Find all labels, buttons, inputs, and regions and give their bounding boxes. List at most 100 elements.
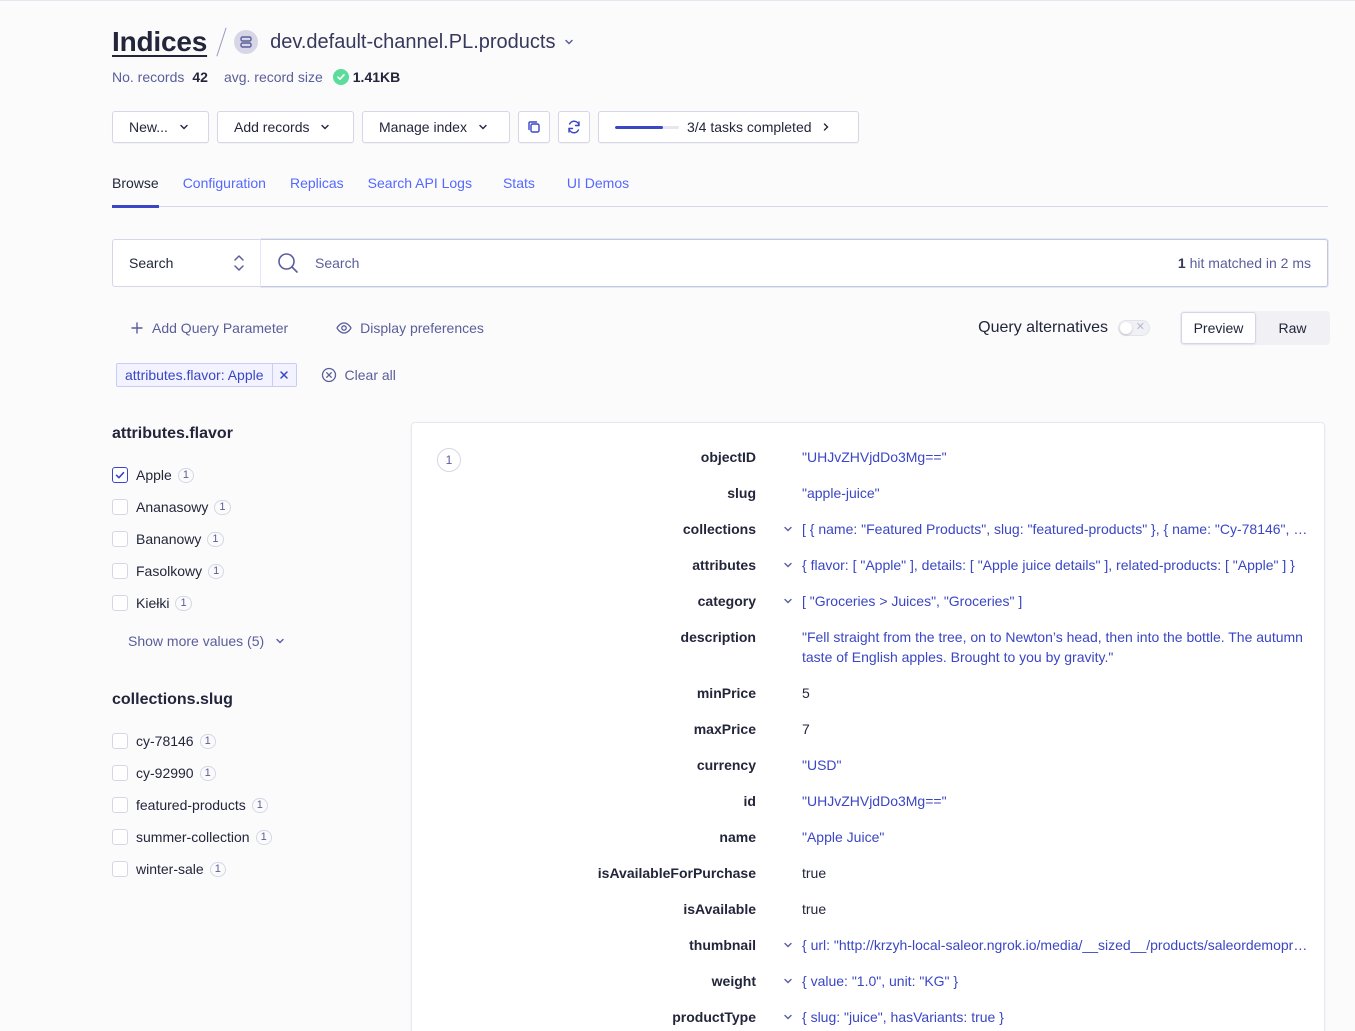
- copy-index-button[interactable]: [518, 111, 550, 143]
- facet-item[interactable]: cy-78146 1: [112, 725, 372, 757]
- field-key: minPrice: [696, 685, 756, 701]
- tab-browse[interactable]: Browse: [112, 172, 159, 208]
- tasks-status-button[interactable]: 3/4 tasks completed: [598, 111, 859, 143]
- facet-checkbox[interactable]: [112, 531, 128, 547]
- facet-item[interactable]: featured-products 1: [112, 789, 372, 821]
- facet-checkbox[interactable]: [112, 467, 128, 483]
- field-value: { slug: "juice", hasVariants: true }: [802, 1009, 1004, 1025]
- expand-toggle[interactable]: [756, 1005, 802, 1031]
- facet-title: attributes.flavor: [112, 425, 233, 442]
- tab-ui-demos[interactable]: UI Demos: [567, 172, 629, 207]
- hit-field-row: productType { slug: "juice", hasVariants:…: [412, 1005, 1324, 1031]
- chevron-down-icon: [784, 598, 792, 604]
- manage-index-label: Manage index: [379, 119, 467, 135]
- field-spacer: [756, 897, 802, 933]
- hits-summary: 1 hit matched in 2 ms: [1178, 255, 1311, 271]
- field-value: "USD": [802, 757, 842, 773]
- search-type-select[interactable]: Search: [112, 239, 261, 287]
- field-value: true: [802, 865, 827, 881]
- facet-checkbox[interactable]: [112, 861, 128, 877]
- expand-toggle[interactable]: [756, 553, 802, 589]
- refresh-button[interactable]: [558, 111, 590, 143]
- facet-checkbox[interactable]: [112, 563, 128, 579]
- index-meta: No. records 42 avg. record size 1.41KB: [112, 68, 416, 86]
- tab-configuration[interactable]: Configuration: [183, 172, 266, 207]
- field-key: objectID: [700, 449, 756, 465]
- facet-item[interactable]: summer-collection 1: [112, 821, 372, 853]
- hit-field-row: category [ "Groceries > Juices", "Groceri…: [412, 589, 1324, 625]
- facet-checkbox[interactable]: [112, 765, 128, 781]
- clear-all-label: Clear all: [344, 367, 396, 383]
- tab-stats[interactable]: Stats: [503, 172, 535, 207]
- query-alternatives-toggle[interactable]: ✕: [1118, 320, 1150, 336]
- index-selector[interactable]: dev.default-channel.PL.products: [270, 31, 575, 54]
- copy-icon: [528, 121, 540, 133]
- facet-item[interactable]: Apple 1: [112, 459, 372, 491]
- chevron-down-icon: [276, 638, 284, 644]
- field-value: "apple-juice": [802, 485, 880, 501]
- facet-item-count: 1: [251, 797, 268, 813]
- facet-item[interactable]: cy-92990 1: [112, 757, 372, 789]
- facet-item[interactable]: Fasolkowy 1: [112, 555, 372, 587]
- chevron-down-icon: [321, 124, 330, 130]
- expand-toggle[interactable]: [756, 969, 802, 1005]
- facet-item[interactable]: winter-sale 1: [112, 853, 372, 885]
- records-label: No. records: [112, 69, 185, 85]
- facet-item[interactable]: Ananasowy 1: [112, 491, 372, 523]
- facet-item-count: 1: [199, 765, 216, 781]
- facet-item-count: 1: [255, 829, 272, 845]
- expand-toggle[interactable]: [756, 589, 802, 625]
- hit-field-row: id "UHJvZHVjdDo3Mg==": [412, 789, 1324, 825]
- search-input[interactable]: [315, 255, 1178, 271]
- new-button[interactable]: New...: [112, 111, 209, 143]
- page-header: Indices dev.default-channel.PL.products: [112, 26, 575, 58]
- facet-item-count: 1: [214, 499, 231, 515]
- field-value: "UHJvZHVjdDo3Mg==": [802, 793, 947, 809]
- facet-item-label: winter-sale: [136, 861, 204, 877]
- size-label: avg. record size: [223, 69, 323, 85]
- search-field: 1 hit matched in 2 ms: [261, 239, 1328, 287]
- clear-all-button[interactable]: Clear all: [321, 367, 396, 383]
- query-options-row: Add Query Parameter Display preferences …: [112, 311, 1330, 345]
- facet-title: collections.slug: [112, 691, 233, 708]
- facet-item-label: Bananowy: [136, 531, 202, 547]
- tasks-progress-bar: [615, 125, 679, 129]
- tab-search-api-logs[interactable]: Search API Logs: [368, 172, 472, 207]
- facet-checkbox[interactable]: [112, 829, 128, 845]
- hits-text: hit matched in 2 ms: [1189, 255, 1311, 271]
- expand-toggle[interactable]: [756, 517, 802, 553]
- field-spacer: [756, 681, 802, 717]
- field-value: 7: [802, 721, 810, 737]
- toggle-knob: [1120, 322, 1132, 334]
- field-value: 5: [802, 685, 810, 701]
- expand-toggle[interactable]: [756, 933, 802, 969]
- facet-checkbox[interactable]: [112, 595, 128, 611]
- facet-checkbox[interactable]: [112, 499, 128, 515]
- field-key: isAvailableForPurchase: [597, 865, 756, 881]
- filter-chip: attributes.flavor: Apple: [116, 363, 297, 387]
- chevron-down-icon: [479, 124, 487, 130]
- display-preferences-button[interactable]: Display preferences: [336, 320, 484, 336]
- field-value: "Fell straight from the tree, on to Newt…: [802, 629, 1303, 665]
- field-spacer: [756, 861, 802, 897]
- indices-breadcrumb-link[interactable]: Indices: [112, 26, 207, 58]
- field-key: thumbnail: [689, 937, 756, 953]
- facet-checkbox[interactable]: [112, 797, 128, 813]
- facet-item-count: 1: [175, 595, 192, 611]
- add-records-button[interactable]: Add records: [217, 111, 354, 143]
- tab-replicas[interactable]: Replicas: [290, 172, 344, 207]
- manage-index-button[interactable]: Manage index: [362, 111, 510, 143]
- raw-mode-button[interactable]: Raw: [1256, 312, 1329, 344]
- facet-item[interactable]: Kiełki 1: [112, 587, 372, 619]
- preview-mode-button[interactable]: Preview: [1181, 312, 1256, 344]
- facet-item[interactable]: Bananowy 1: [112, 523, 372, 555]
- field-key: category: [697, 593, 756, 609]
- facet-item-label: cy-92990: [136, 765, 194, 781]
- field-key: id: [743, 793, 756, 809]
- facet-item-label: cy-78146: [136, 733, 194, 749]
- add-query-parameter-button[interactable]: Add Query Parameter: [130, 320, 288, 336]
- remove-filter-button[interactable]: [271, 364, 296, 386]
- show-more-values-button[interactable]: Show more values (5): [128, 625, 372, 657]
- field-value: true: [802, 901, 827, 917]
- facet-checkbox[interactable]: [112, 733, 128, 749]
